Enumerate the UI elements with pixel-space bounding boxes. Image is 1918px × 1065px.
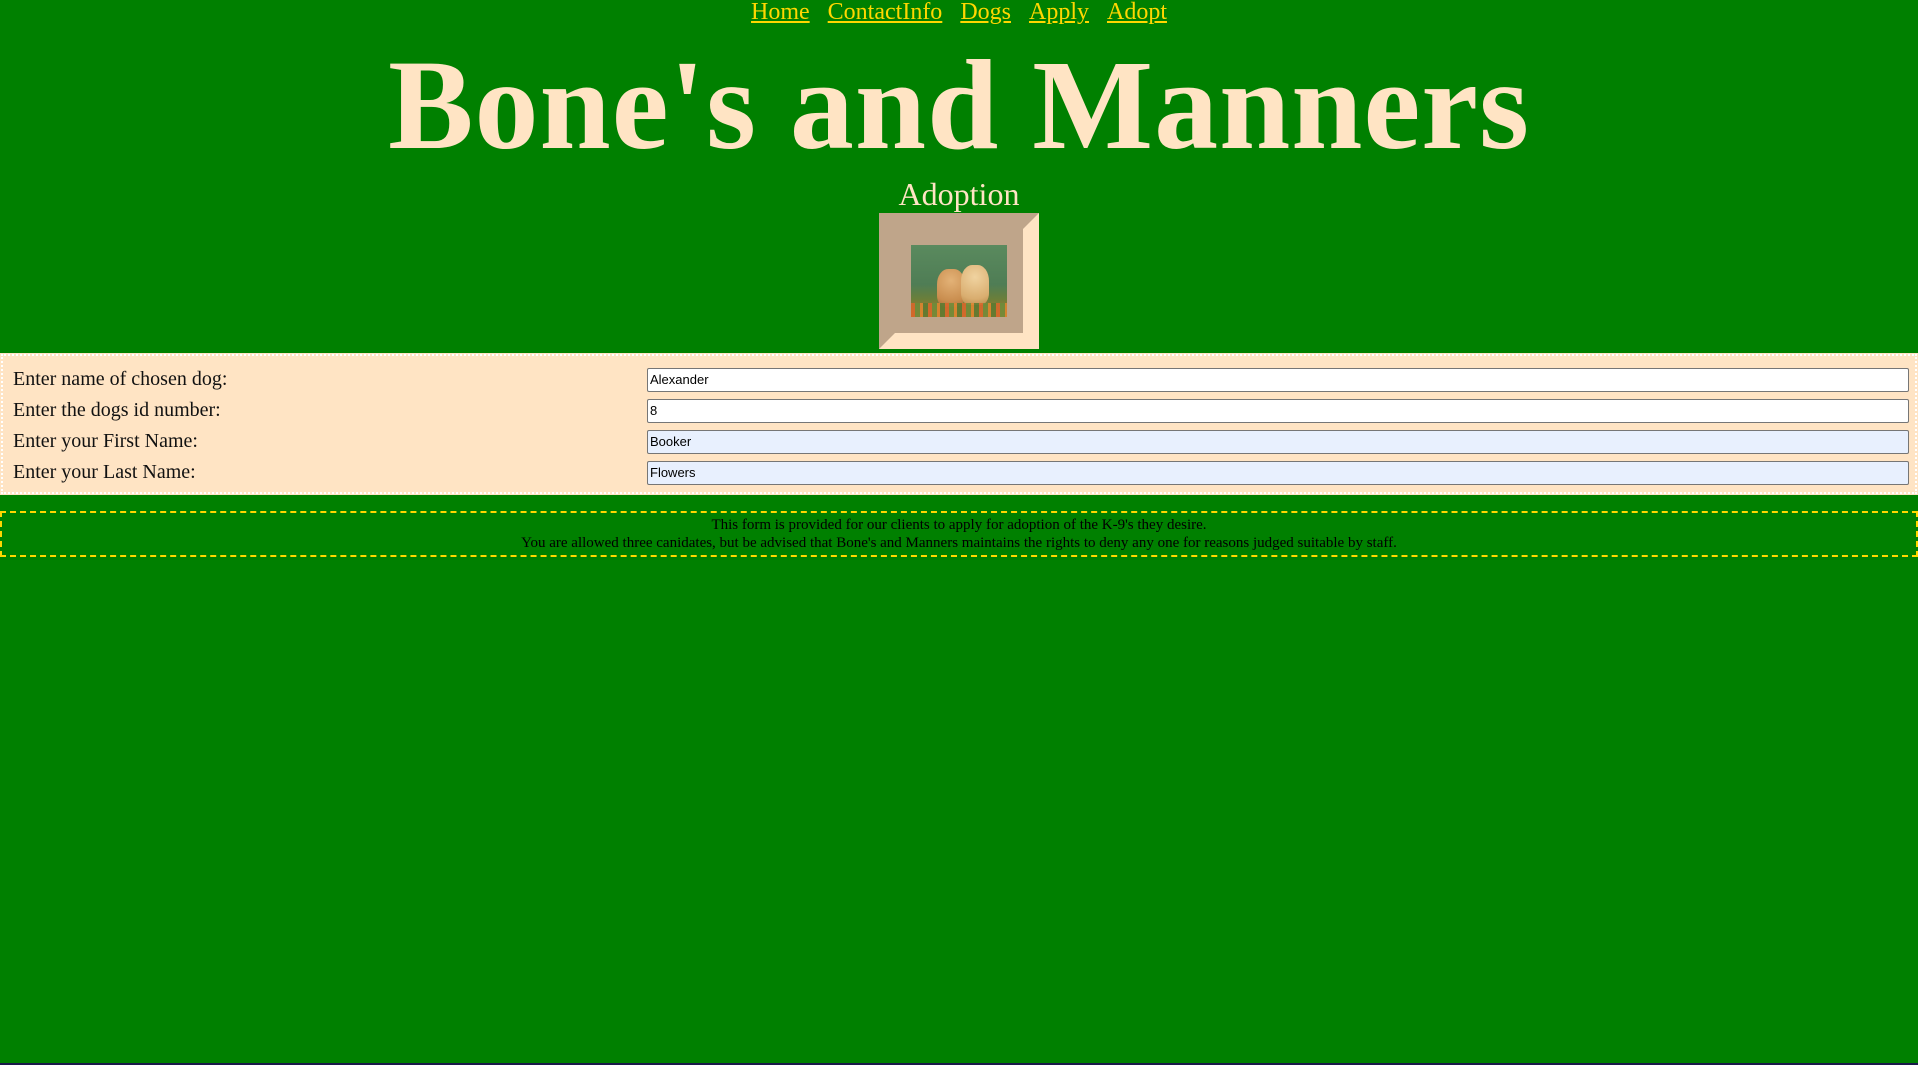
dog-id-field-wrap [647, 398, 1909, 423]
site-title: Bone's and Manners [388, 34, 1530, 176]
dog-id-input[interactable] [647, 398, 1909, 423]
photo-frame [879, 213, 1039, 349]
nav-link-adopt[interactable]: Adopt [1107, 0, 1167, 25]
dog-figure [961, 265, 989, 305]
first-name-label: Enter your First Name: [13, 430, 198, 452]
form-row-dog-name: Enter name of chosen dog: [9, 364, 1909, 395]
flowers-decoration [911, 303, 1007, 317]
photo-frame-wrapper [0, 213, 1918, 349]
page-subtitle: Adoption [898, 176, 1020, 212]
dogs-photo [911, 245, 1007, 317]
dog-name-label: Enter name of chosen dog: [13, 368, 228, 390]
dog-name-field-wrap [647, 367, 1909, 392]
form-row-last-name: Enter your Last Name: [9, 457, 1909, 488]
nav-link-home[interactable]: Home [751, 0, 810, 25]
last-name-input[interactable] [647, 460, 1909, 485]
notice-line-2: You are allowed three canidates, but be … [521, 535, 1397, 551]
form-row-dog-id: Enter the dogs id number: [9, 395, 1909, 426]
dog-id-label: Enter the dogs id number: [13, 399, 221, 421]
adoption-form: Enter name of chosen dog: Enter the dogs… [0, 353, 1918, 495]
first-name-input[interactable] [647, 429, 1909, 454]
dog-name-input[interactable] [647, 367, 1909, 392]
notice-line-1: This form is provided for our clients to… [711, 517, 1207, 533]
first-name-field-wrap [647, 429, 1909, 454]
nav-link-apply[interactable]: Apply [1029, 0, 1089, 25]
form-row-first-name: Enter your First Name: [9, 426, 1909, 457]
last-name-label: Enter your Last Name: [13, 461, 196, 483]
nav-link-dogs[interactable]: Dogs [960, 0, 1011, 25]
last-name-field-wrap [647, 460, 1909, 485]
top-nav: Home ContactInfo Dogs Apply Adopt [0, 0, 1918, 30]
nav-link-contactinfo[interactable]: ContactInfo [828, 0, 943, 25]
adoption-notice: This form is provided for our clients to… [0, 511, 1918, 557]
